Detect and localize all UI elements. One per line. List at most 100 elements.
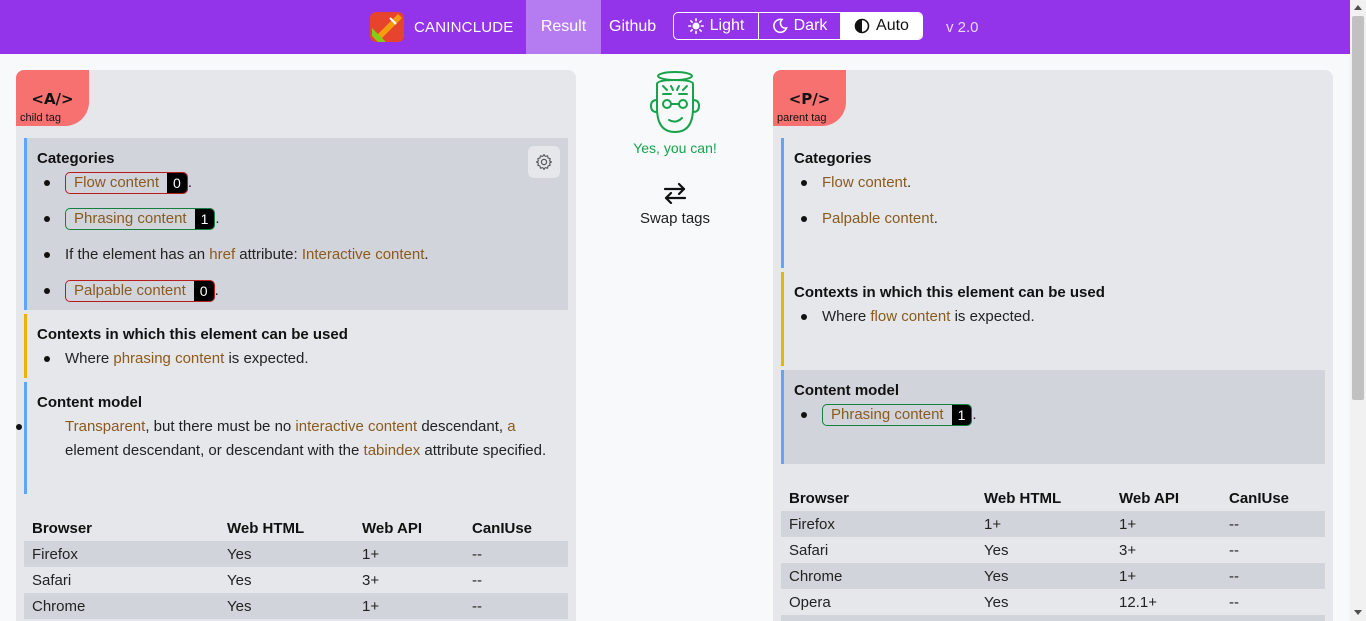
category-pill-palpable[interactable]: Palpable content 0 (65, 280, 215, 303)
col-web-api: Web API (1119, 489, 1180, 507)
cell: -- (464, 593, 568, 619)
cell: -- (1229, 541, 1239, 559)
a-element-link[interactable]: a (507, 418, 515, 435)
theme-auto-button[interactable]: Auto (841, 13, 922, 39)
sun-icon (687, 18, 704, 34)
pill-label: Phrasing content (831, 406, 944, 424)
list-item: Where phrasing content is expected. (44, 347, 558, 371)
page-scrollbar[interactable] (1350, 0, 1366, 621)
cell: Firefox (24, 541, 219, 567)
result-column: Yes, you can! Swap tags (600, 70, 750, 227)
pill-count: 0 (193, 281, 214, 302)
top-navbar: CANINCLUDE Result Github Light Dark Auto… (0, 0, 1350, 54)
verdict-text: Yes, you can! (633, 140, 717, 156)
table-header-row: Browser Web HTML Web API CanIUse (24, 515, 568, 541)
tabindex-link[interactable]: tabindex (364, 442, 421, 459)
cell: -- (472, 571, 482, 589)
list-item: Phrasing content 1 . (801, 403, 1315, 427)
cell: Chrome (24, 593, 219, 619)
child-model-title: Content model (37, 394, 142, 411)
swap-tags-label: Swap tags (639, 210, 711, 227)
text: is expected. (224, 350, 309, 367)
child-contexts-list: Where phrasing content is expected. (37, 347, 558, 371)
cell (976, 615, 1111, 621)
cell: Yes (976, 563, 1111, 589)
text: attribute specified. (420, 442, 547, 459)
parent-tag-role: parent tag (777, 112, 827, 124)
text: Where (65, 350, 114, 367)
gear-icon (535, 153, 553, 171)
theme-light-button[interactable]: Light (674, 13, 759, 39)
model-pill-phrasing[interactable]: Phrasing content 1 (822, 404, 973, 427)
brand[interactable]: CANINCLUDE (368, 7, 514, 47)
child-tag-card: <A/> child tag Categories Flow content 0… (16, 70, 576, 621)
happy-face-icon (650, 71, 700, 133)
cell: 1+ (1111, 563, 1221, 589)
href-attr-link[interactable]: href (209, 246, 235, 263)
child-categories-title: Categories (37, 150, 115, 167)
swap-tags-button[interactable]: Swap tags (600, 182, 750, 227)
nav-result[interactable]: Result (526, 0, 601, 54)
category-pill-flow[interactable]: Flow content 0 (65, 172, 188, 195)
parent-categories-section: Categories Flow content. Palpable conten… (781, 138, 1325, 268)
pill-label: Phrasing content (74, 210, 187, 228)
nav-github[interactable]: Github (609, 0, 656, 54)
phrasing-content-link[interactable]: phrasing content (113, 350, 224, 367)
col-web-html: Web HTML (227, 519, 305, 537)
scroll-up-arrow-icon[interactable] (1354, 5, 1362, 10)
swap-arrows-icon (663, 182, 687, 204)
theme-auto-label: Auto (876, 17, 909, 34)
table-row: Opera Yes 12.1+ -- (781, 589, 1325, 615)
cell: -- (1229, 593, 1239, 611)
parent-browser-table: Browser Web HTML Web API CanIUse Firefox… (781, 485, 1325, 621)
col-web-html: Web HTML (984, 489, 1062, 507)
list-item: If the element has an href attribute: In… (44, 243, 558, 267)
theme-dark-button[interactable]: Dark (759, 13, 841, 39)
transparent-link[interactable]: Transparent (65, 418, 145, 435)
parent-categories-title: Categories (794, 150, 872, 167)
child-browser-table: Browser Web HTML Web API CanIUse Firefox… (24, 515, 568, 619)
child-contexts-title: Contexts in which this element can be us… (37, 326, 348, 343)
cell: Yes (227, 571, 252, 589)
cell: -- (1221, 563, 1325, 589)
table-row: Chrome Yes 1+ -- (24, 593, 568, 619)
parent-contexts-section: Contexts in which this element can be us… (781, 272, 1325, 366)
cell: -- (464, 541, 568, 567)
scroll-thumb[interactable] (1352, 16, 1364, 400)
palpable-content-link[interactable]: Palpable content (822, 210, 934, 227)
cell: Yes (984, 593, 1009, 611)
table-row (781, 615, 1325, 621)
parent-categories-list: Flow content. Palpable content. (794, 171, 1315, 231)
child-categories-list: Flow content 0 . Phrasing content 1 . If… (37, 171, 558, 303)
cell: Opera (789, 593, 831, 611)
parent-tag-name: <P/> (788, 90, 831, 108)
col-browser: Browser (32, 519, 93, 537)
parent-model-list: Phrasing content 1 . (794, 403, 1315, 427)
flow-content-link[interactable]: flow content (870, 308, 950, 325)
interactive-content-link[interactable]: interactive content (295, 418, 417, 435)
cell: Yes (984, 541, 1009, 559)
brand-name: CANINCLUDE (414, 18, 514, 36)
cell: Yes (219, 541, 354, 567)
list-item: Palpable content. (801, 207, 1315, 231)
parent-content-model-section: Content model Phrasing content 1 . (781, 370, 1325, 464)
cell: 1+ (1111, 511, 1221, 537)
interactive-content-link[interactable]: Interactive content (302, 246, 425, 263)
scroll-down-arrow-icon[interactable] (1354, 610, 1362, 615)
cell: Safari (789, 541, 829, 559)
parent-contexts-title: Contexts in which this element can be us… (794, 284, 1105, 301)
col-caniuse: CanIUse (472, 519, 533, 537)
list-item: Where flow content is expected. (801, 305, 1315, 329)
text: attribute: (235, 246, 302, 263)
flow-content-link[interactable]: Flow content (822, 174, 907, 191)
pill-label: Palpable content (74, 282, 186, 300)
cell (781, 615, 976, 621)
theme-light-label: Light (709, 17, 745, 34)
pill-count: 1 (951, 405, 972, 426)
cell (1111, 615, 1221, 621)
pill-count: 0 (167, 173, 187, 194)
theme-dark-label: Dark (793, 17, 828, 34)
cell: 12.1+ (1119, 593, 1157, 611)
list-item: Transparent, but there must be no intera… (16, 415, 558, 463)
category-pill-phrasing[interactable]: Phrasing content 1 (65, 208, 216, 231)
